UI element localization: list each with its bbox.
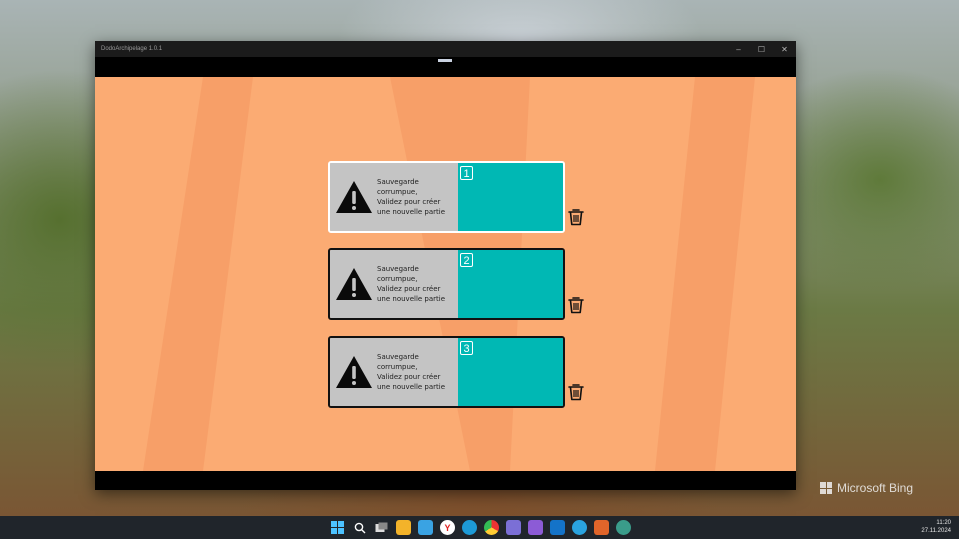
slot-message-line1: Sauvegarde corrumpue,: [377, 178, 419, 196]
save-slot-2[interactable]: Sauvegarde corrumpue, Validez pour créer…: [328, 248, 565, 320]
slot-info-panel: Sauvegarde corrumpue, Validez pour créer…: [330, 338, 458, 406]
taskbar: Y 11:20 27.11.2024: [0, 516, 959, 539]
warning-icon: [336, 356, 372, 388]
save-slot-3[interactable]: Sauvegarde corrumpue, Validez pour créer…: [328, 336, 565, 408]
slot-message-line1: Sauvegarde corrumpue,: [377, 265, 419, 283]
save-slot-1[interactable]: Sauvegarde corrumpue, Validez pour créer…: [328, 161, 565, 233]
telegram-icon[interactable]: [572, 520, 587, 535]
slot-message-line1: Sauvegarde corrumpue,: [377, 353, 419, 371]
bing-watermark: Microsoft Bing: [820, 481, 913, 495]
search-icon[interactable]: [352, 520, 367, 535]
delete-slot-2-trash-icon[interactable]: [568, 296, 584, 314]
task-view-icon[interactable]: [374, 520, 389, 535]
slot-preview: 2: [458, 250, 563, 318]
warning-icon: [336, 181, 372, 213]
windows-start-icon[interactable]: [330, 520, 345, 535]
file-explorer-icon[interactable]: [396, 520, 411, 535]
window-title: DodoArchipelage 1.0.1: [101, 46, 163, 52]
slot-message: Sauvegarde corrumpue, Validez pour créer…: [377, 177, 458, 217]
maximize-button[interactable]: ☐: [750, 41, 773, 57]
chrome-icon[interactable]: [484, 520, 499, 535]
delete-slot-3-trash-icon[interactable]: [568, 383, 584, 401]
slot-info-panel: Sauvegarde corrumpue, Validez pour créer…: [330, 250, 458, 318]
slot-number: 2: [460, 253, 473, 267]
globe-app-icon[interactable]: [616, 520, 631, 535]
title-bar[interactable]: DodoArchipelage 1.0.1 – ☐ ✕: [95, 41, 796, 57]
notepad-icon[interactable]: [418, 520, 433, 535]
warning-icon: [336, 268, 372, 300]
background-stripe: [655, 77, 755, 471]
slot-message-line2: Validez pour créer: [377, 373, 441, 381]
save-app-icon[interactable]: [506, 520, 521, 535]
app-window: DodoArchipelage 1.0.1 – ☐ ✕ Sauvegarde c…: [95, 41, 796, 490]
outlook-icon[interactable]: [550, 520, 565, 535]
slot-preview: 3: [458, 338, 563, 406]
background-stripe: [143, 77, 253, 471]
slot-message-line3: une nouvelle partie: [377, 208, 446, 216]
game-screen: Sauvegarde corrumpue, Validez pour créer…: [95, 77, 796, 471]
clock-date: 27.11.2024: [921, 528, 951, 534]
slot-number: 1: [460, 166, 473, 180]
bing-watermark-text: Microsoft Bing: [837, 481, 914, 495]
visual-studio-icon[interactable]: [528, 520, 543, 535]
game-app-icon[interactable]: [594, 520, 609, 535]
bottom-letterbox: [95, 471, 796, 490]
slot-message: Sauvegarde corrumpue, Validez pour créer…: [377, 352, 458, 392]
top-indicator: [438, 59, 452, 62]
slot-preview: 1: [458, 163, 563, 231]
minimize-button[interactable]: –: [727, 41, 750, 57]
slot-message-line3: une nouvelle partie: [377, 295, 446, 303]
slot-info-panel: Sauvegarde corrumpue, Validez pour créer…: [330, 163, 458, 231]
clock-time: 11:20: [936, 520, 951, 526]
delete-slot-1-trash-icon[interactable]: [568, 208, 584, 226]
yandex-browser-icon[interactable]: Y: [440, 520, 455, 535]
slot-message-line3: une nouvelle partie: [377, 383, 446, 391]
system-clock[interactable]: 11:20 27.11.2024: [921, 519, 951, 535]
slot-number: 3: [460, 341, 473, 355]
edge-icon[interactable]: [462, 520, 477, 535]
close-button[interactable]: ✕: [773, 41, 796, 57]
slot-message-line2: Validez pour créer: [377, 198, 441, 206]
top-letterbox: [95, 57, 796, 77]
slot-message: Sauvegarde corrumpue, Validez pour créer…: [377, 264, 458, 304]
microsoft-logo-icon: [820, 482, 832, 494]
slot-message-line2: Validez pour créer: [377, 285, 441, 293]
